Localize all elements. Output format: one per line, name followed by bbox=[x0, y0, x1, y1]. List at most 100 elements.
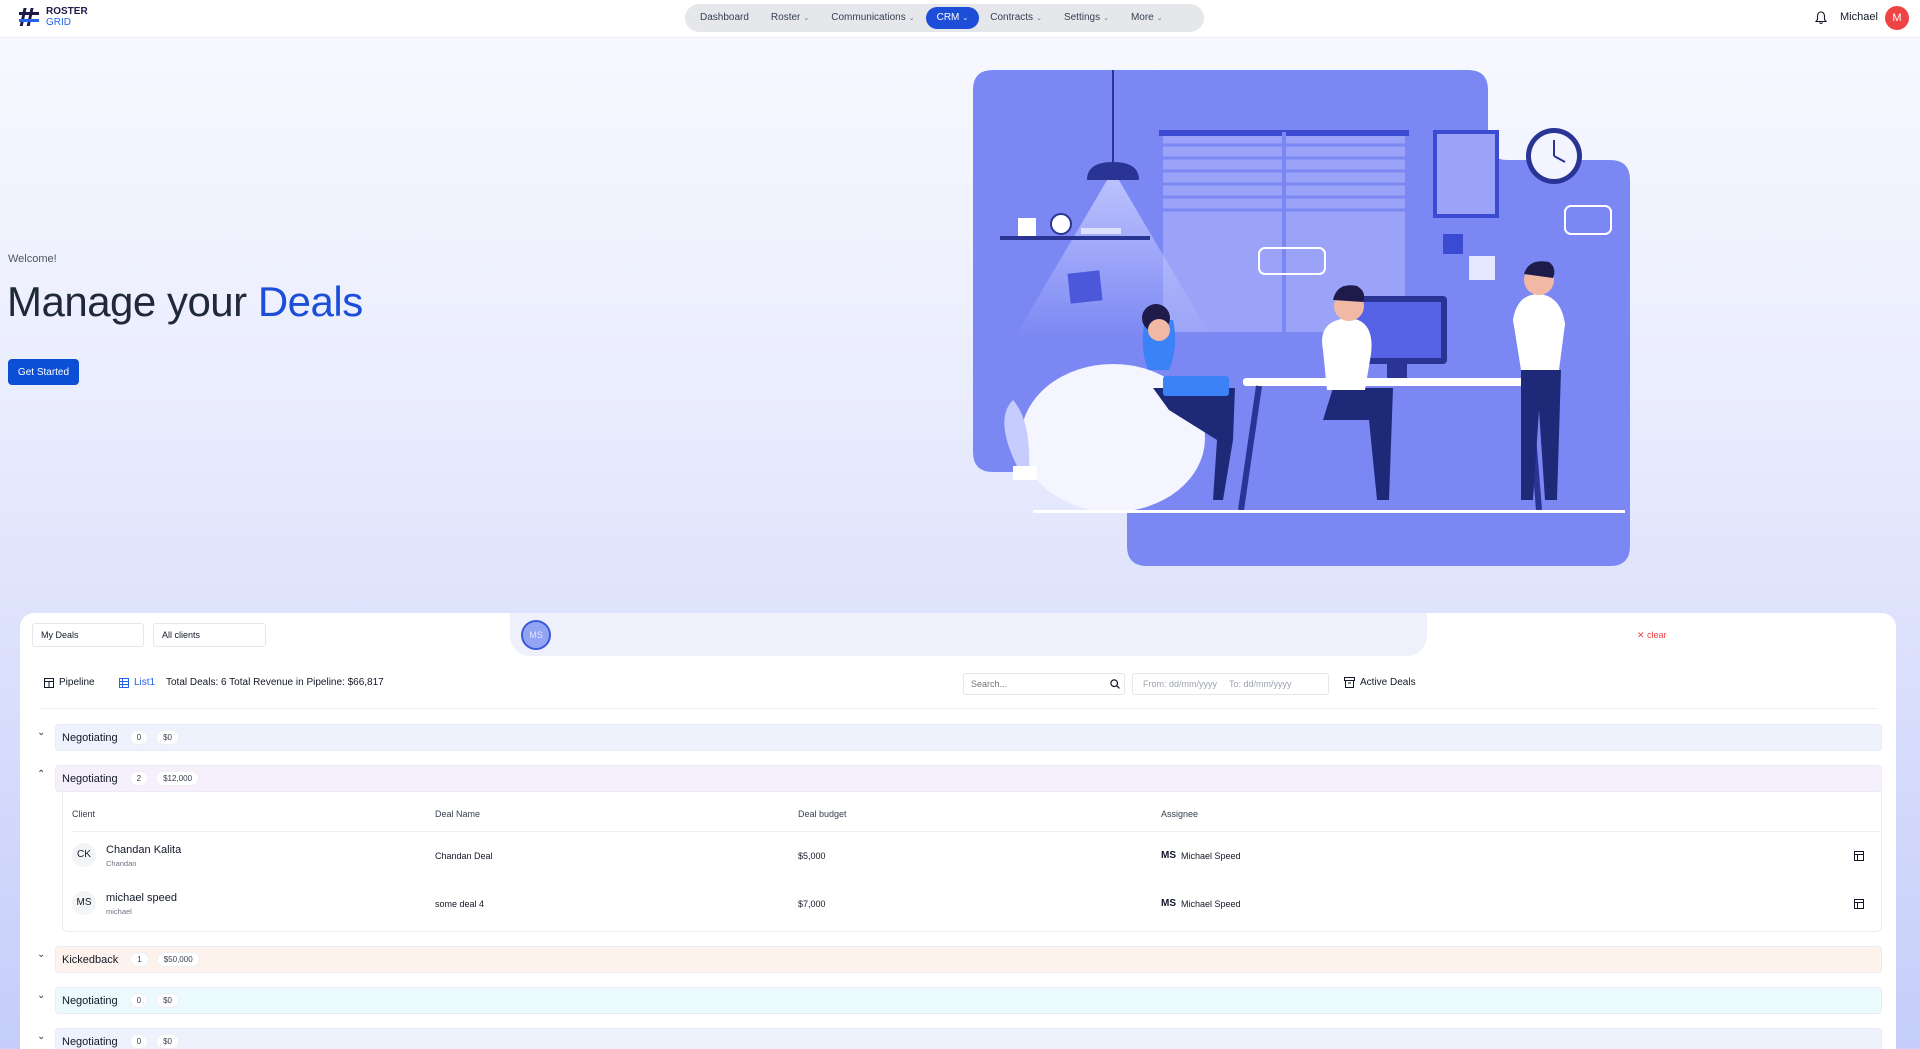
nav-settings[interactable]: Settings ⌄ bbox=[1053, 7, 1120, 29]
group-amount: $0 bbox=[156, 993, 180, 1008]
assignee-initials: MS bbox=[1161, 850, 1176, 861]
top-navigation-bar: ROSTER GRID Dashboard Roster ⌄ Communicat… bbox=[0, 0, 1920, 38]
deals-card: My Deals All clients MS ✕ clear Pipeline… bbox=[20, 613, 1896, 1049]
nav-roster[interactable]: Roster ⌄ bbox=[760, 7, 820, 29]
assignee-name: Michael Speed bbox=[1181, 851, 1241, 861]
client-name[interactable]: michael speed bbox=[106, 892, 177, 904]
client-name[interactable]: Chandan Kalita bbox=[106, 844, 181, 856]
nav-contracts[interactable]: Contracts ⌄ bbox=[979, 7, 1053, 29]
chevron-down-icon: ⌄ bbox=[1156, 15, 1163, 22]
my-deals-select[interactable]: My Deals bbox=[32, 623, 144, 647]
title-accent: Deals bbox=[257, 278, 363, 325]
group-count: 0 bbox=[129, 730, 149, 745]
nav-label: More bbox=[1130, 12, 1154, 23]
active-deals-label: Active Deals bbox=[1360, 677, 1416, 688]
filter-band bbox=[510, 613, 1427, 656]
close-icon: ✕ bbox=[1637, 630, 1648, 640]
deals-summary: Total Deals: 6 Total Revenue in Pipeline… bbox=[166, 677, 384, 688]
search-icon[interactable] bbox=[1110, 679, 1120, 689]
list-icon bbox=[119, 677, 129, 688]
pipeline-view-button[interactable]: Pipeline bbox=[44, 677, 95, 688]
list-label: List1 bbox=[134, 677, 156, 688]
nav-communications[interactable]: Communications ⌄ bbox=[820, 7, 925, 29]
nav-label: Communications bbox=[831, 12, 906, 23]
nav-crm[interactable]: CRM ⌄ bbox=[925, 7, 980, 29]
office-illustration bbox=[973, 70, 1630, 566]
group-title: Negotiating bbox=[62, 994, 118, 1007]
active-deals-toggle[interactable]: Active Deals bbox=[1344, 677, 1416, 688]
deal-group[interactable]: Negotiating 0 $0 bbox=[55, 724, 1882, 751]
group-amount: $50,000 bbox=[156, 952, 200, 967]
column-header-client[interactable]: Client bbox=[72, 809, 95, 819]
page-title: Manage your Deals bbox=[7, 278, 363, 326]
bell-icon[interactable] bbox=[1815, 11, 1827, 25]
column-header-deal-name[interactable]: Deal Name bbox=[435, 809, 480, 819]
table-header-divider bbox=[72, 831, 1880, 832]
nav-label: Dashboard bbox=[700, 12, 749, 23]
date-range-filter[interactable]: From: dd/mm/yyyy To: dd/mm/yyyy bbox=[1132, 673, 1329, 695]
chevron-down-icon: ⌄ bbox=[803, 15, 810, 22]
group-amount: $12,000 bbox=[156, 771, 200, 786]
pipeline-label: Pipeline bbox=[59, 677, 95, 688]
client-avatar: CK bbox=[72, 843, 96, 867]
brand-line-1: ROSTER bbox=[46, 6, 88, 17]
kanban-icon bbox=[44, 677, 54, 688]
deal-name[interactable]: some deal 4 bbox=[435, 899, 484, 909]
group-amount: $0 bbox=[156, 1034, 180, 1049]
brand-line-2: GRID bbox=[46, 17, 71, 28]
deal-budget: $7,000 bbox=[798, 899, 826, 909]
deal-group[interactable]: Negotiating 2 $12,000 bbox=[55, 765, 1882, 792]
chevron-down-icon[interactable]: ⌄ bbox=[37, 1031, 47, 1042]
group-title: Negotiating bbox=[62, 1035, 118, 1048]
assignee-filter-chip[interactable]: MS bbox=[521, 620, 551, 650]
list-view-button[interactable]: List1 bbox=[119, 677, 155, 688]
main-nav: Dashboard Roster ⌄ Communications ⌄ CRM ⌄ C… bbox=[685, 4, 1204, 32]
welcome-text: Welcome! bbox=[8, 253, 57, 265]
nav-more[interactable]: More ⌄ bbox=[1120, 7, 1174, 29]
client-username: michael bbox=[106, 907, 132, 916]
nav-label: Contracts bbox=[990, 12, 1034, 23]
nav-label: Settings bbox=[1063, 12, 1101, 23]
deal-name[interactable]: Chandan Deal bbox=[435, 851, 493, 861]
table-icon[interactable] bbox=[1854, 899, 1864, 909]
group-amount: $0 bbox=[156, 730, 180, 745]
chevron-down-icon: ⌄ bbox=[1103, 15, 1109, 22]
chevron-down-icon: ⌄ bbox=[962, 15, 969, 22]
avatar[interactable]: M bbox=[1885, 6, 1909, 30]
nav-label: Roster bbox=[770, 12, 801, 23]
chevron-up-icon[interactable]: ⌃ bbox=[37, 769, 47, 780]
brand-logo[interactable]: ROSTER GRID bbox=[18, 6, 88, 28]
search-input[interactable] bbox=[963, 673, 1125, 695]
chevron-down-icon[interactable]: ⌄ bbox=[37, 949, 47, 960]
toolbar-divider bbox=[40, 708, 1876, 709]
user-name[interactable]: Michael bbox=[1840, 11, 1878, 23]
group-title: Negotiating bbox=[62, 772, 118, 785]
nav-dashboard[interactable]: Dashboard bbox=[689, 7, 760, 29]
archive-icon bbox=[1344, 677, 1355, 688]
deal-budget: $5,000 bbox=[798, 851, 826, 861]
chevron-down-icon[interactable]: ⌄ bbox=[37, 990, 47, 1001]
group-count: 2 bbox=[129, 771, 149, 786]
table-icon[interactable] bbox=[1854, 851, 1864, 861]
hash-logo-icon bbox=[19, 8, 39, 26]
chevron-down-icon[interactable]: ⌄ bbox=[37, 727, 47, 738]
chevron-down-icon: ⌄ bbox=[1036, 15, 1042, 22]
brand-name: ROSTER GRID bbox=[46, 6, 88, 28]
from-date: From: dd/mm/yyyy bbox=[1143, 679, 1218, 689]
client-filter-select[interactable]: All clients bbox=[153, 623, 266, 647]
deal-group[interactable]: Negotiating 0 $0 bbox=[55, 987, 1882, 1014]
group-title: Kickedback bbox=[62, 953, 119, 966]
nav-label: CRM bbox=[936, 12, 960, 23]
column-header-budget[interactable]: Deal budget bbox=[798, 809, 847, 819]
deal-group[interactable]: Kickedback 1 $50,000 bbox=[55, 946, 1882, 973]
group-count: 0 bbox=[129, 993, 149, 1008]
get-started-button[interactable]: Get Started bbox=[8, 359, 79, 385]
client-username: Chandan bbox=[106, 859, 137, 868]
deals-table bbox=[62, 789, 1882, 932]
clear-filters-button[interactable]: ✕ clear bbox=[1637, 630, 1667, 641]
client-avatar: MS bbox=[72, 891, 96, 915]
deal-group[interactable]: Negotiating 0 $0 bbox=[55, 1028, 1882, 1049]
to-date: To: dd/mm/yyyy bbox=[1229, 679, 1292, 689]
column-header-assignee[interactable]: Assignee bbox=[1161, 809, 1198, 819]
group-count: 1 bbox=[130, 952, 149, 967]
